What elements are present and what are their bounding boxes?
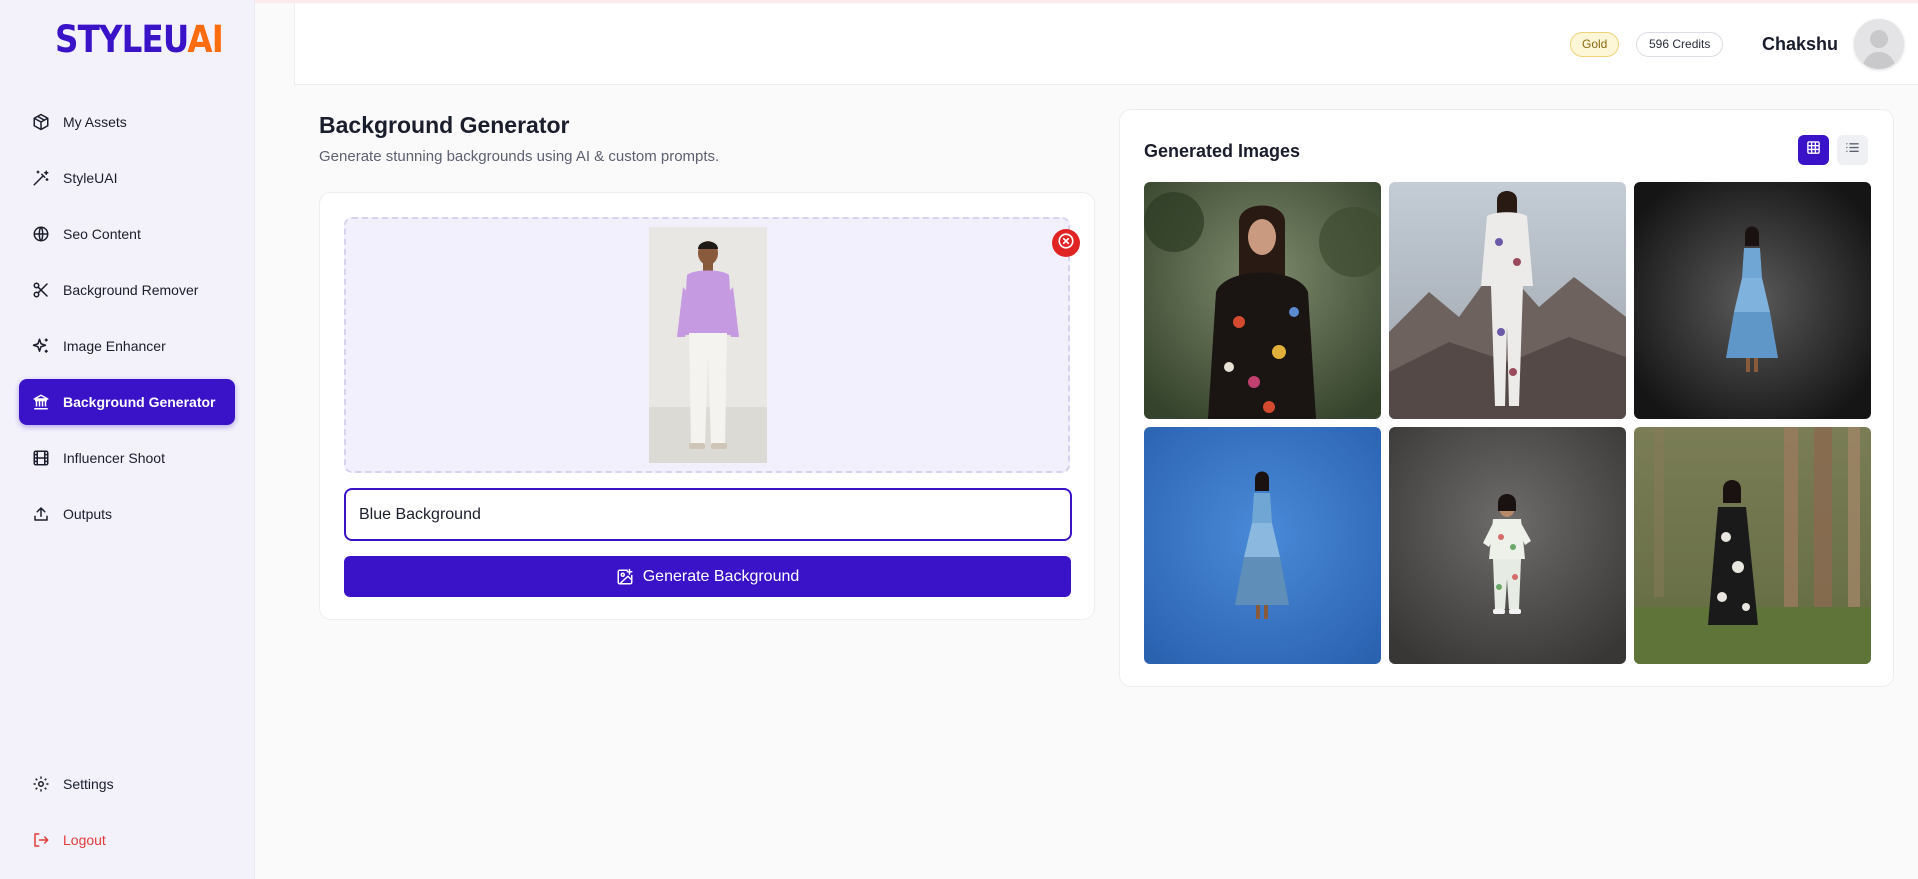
magic-wand-icon [31, 168, 51, 188]
sidebar-item-outputs[interactable]: Outputs [19, 491, 235, 537]
image-dropzone[interactable] [344, 217, 1080, 473]
sidebar-item-my-assets[interactable]: My Assets [19, 99, 235, 145]
gear-icon [31, 774, 51, 794]
sidebar-item-settings[interactable]: Settings [19, 761, 235, 807]
generated-images-panel: Generated Images [1119, 109, 1894, 687]
remove-image-button[interactable] [1052, 229, 1080, 257]
avatar[interactable] [1854, 19, 1904, 69]
page-subtitle: Generate stunning backgrounds using AI &… [319, 148, 720, 165]
prompt-input[interactable] [344, 488, 1072, 541]
generated-image-3[interactable] [1634, 182, 1871, 419]
image-plus-icon [616, 568, 634, 586]
sidebar-item-background-remover[interactable]: Background Remover [19, 267, 235, 313]
film-icon [31, 448, 51, 468]
globe-icon [31, 224, 51, 244]
generated-image-2[interactable] [1389, 182, 1626, 419]
page-title: Background Generator [319, 112, 570, 138]
generated-image-4[interactable] [1144, 427, 1381, 664]
landmark-icon [31, 392, 51, 412]
sidebar-item-image-enhancer[interactable]: Image Enhancer [19, 323, 235, 369]
panel-title: Generated Images [1144, 141, 1301, 161]
generated-image-5[interactable] [1389, 427, 1626, 664]
sidebar: STYLEUAI My Assets StyleUAI Seo Content … [0, 0, 255, 879]
scissors-icon [31, 280, 51, 300]
generated-image-6[interactable] [1634, 427, 1871, 664]
grid-icon [1806, 140, 1821, 160]
sidebar-item-background-generator[interactable]: Background Generator [19, 379, 235, 425]
generate-background-button[interactable]: Generate Background [344, 556, 1071, 597]
close-circle-icon [1057, 232, 1075, 255]
logo[interactable]: STYLEUAI [55, 18, 224, 62]
list-icon [1845, 140, 1860, 160]
top-accent-line [0, 0, 1918, 3]
upload-icon [31, 504, 51, 524]
sidebar-item-logout[interactable]: Logout [19, 817, 235, 863]
list-view-button[interactable] [1837, 135, 1868, 165]
credits-badge: 596 Credits [1636, 32, 1724, 57]
sidebar-bottom: Settings Logout [19, 761, 235, 873]
plan-badge: Gold [1570, 32, 1620, 57]
generator-card: Generate Background [319, 192, 1095, 620]
sparkles-icon [31, 336, 51, 356]
sidebar-item-influencer-shoot[interactable]: Influencer Shoot [19, 435, 235, 481]
generated-image-1[interactable] [1144, 182, 1381, 419]
image-gallery [1144, 182, 1871, 664]
logout-icon [31, 830, 51, 850]
sidebar-item-seo-content[interactable]: Seo Content [19, 211, 235, 257]
grid-view-button[interactable] [1798, 135, 1829, 165]
sidebar-nav: My Assets StyleUAI Seo Content Backgroun… [19, 99, 235, 547]
sidebar-item-styleuai[interactable]: StyleUAI [19, 155, 235, 201]
box-icon [31, 112, 51, 132]
user-name[interactable]: Chakshu [1762, 34, 1838, 55]
uploaded-image-preview [649, 227, 767, 463]
